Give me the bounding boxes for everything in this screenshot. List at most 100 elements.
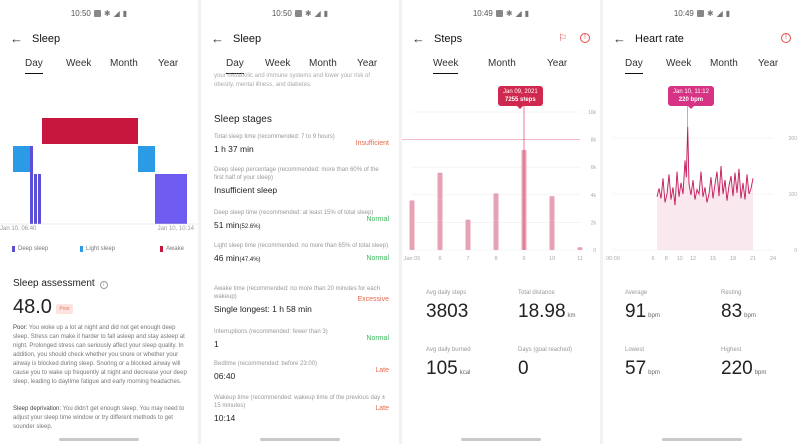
- light-sleep-bar: [13, 146, 30, 172]
- tab-year[interactable]: Year: [357, 58, 377, 69]
- info-icon[interactable]: i: [99, 281, 108, 289]
- sleep-day-panel: 10:50 ✱ ◢ ▮ ← Sleep Day Week Month Year …: [0, 0, 198, 444]
- status-bar: 10:49 ✱ ◢ ▮: [402, 6, 600, 20]
- notification-icon: [294, 9, 302, 17]
- x-tick-label: 21: [750, 256, 756, 262]
- bluetooth-icon: ✱: [505, 8, 513, 18]
- step-bar: [437, 172, 443, 250]
- tab-month[interactable]: Month: [488, 58, 516, 69]
- x-tick-label: 9: [522, 256, 525, 262]
- x-tick-label: 18: [730, 256, 736, 262]
- stat-average: Average 91 bpm: [625, 290, 660, 322]
- y-tick-label: 2k: [591, 220, 597, 226]
- x-tick-label: 8: [665, 256, 668, 262]
- stage-item-total: Total sleep time (recommended: 7 to 9 ho…: [214, 134, 389, 154]
- tab-month[interactable]: Month: [710, 58, 738, 69]
- step-bar: [465, 219, 471, 250]
- x-tick-label: 6: [651, 256, 654, 262]
- step-bar: [577, 247, 583, 250]
- tab-year[interactable]: Year: [758, 58, 778, 69]
- legend-light: Light sleep: [80, 246, 115, 252]
- tab-week[interactable]: Week: [66, 58, 91, 69]
- stat-resting: Resting 83 bpm: [721, 290, 756, 322]
- bluetooth-icon: ✱: [706, 8, 714, 18]
- x-end-label: Jan 10, 10:14: [157, 226, 194, 232]
- awake-bar: [42, 118, 138, 144]
- stage-item-light-time: Light sleep time (recommended: no more t…: [214, 243, 389, 263]
- legend-awake: Awake: [160, 246, 184, 252]
- x-start-label: Jan 10, 06:40: [0, 226, 37, 232]
- status-bar: 10:49 ✱ ◢ ▮: [603, 6, 800, 20]
- tab-day[interactable]: Day: [25, 58, 43, 74]
- tab-week[interactable]: Week: [433, 58, 459, 74]
- page-title: Heart rate: [635, 33, 684, 45]
- steps-chart: 0 2k 4k 6k 8k 10k Jan 05 6 7 8 9 10 11: [402, 100, 597, 262]
- y-tick-label: 200: [789, 136, 798, 142]
- signal-icon: ◢: [515, 8, 522, 18]
- tab-year[interactable]: Year: [547, 58, 567, 69]
- heart-rate-panel: 10:49 ✱ ◢ ▮ ← Heart rate ! Day Week Mont…: [603, 0, 800, 444]
- home-indicator: [662, 438, 742, 441]
- stage-item-wakeup: Wakeup time (recommended: wakeup time of…: [214, 395, 389, 423]
- back-arrow-icon[interactable]: ←: [412, 31, 425, 46]
- awake-segment-bar: [155, 174, 187, 224]
- light-sleep-bar: [138, 146, 155, 172]
- deep-sleep-bar: [38, 174, 41, 224]
- goal-flag-icon[interactable]: ⚐: [558, 33, 567, 44]
- stage-item-awake-time: Awake time (recommended: no more than 20…: [214, 286, 389, 314]
- back-arrow-icon[interactable]: ←: [613, 31, 626, 46]
- sleep-stage-chart: [0, 118, 198, 225]
- x-tick-label: 15: [710, 256, 716, 262]
- heart-rate-chart: 0 100 200 00:00 6 8 10 12 15 18 21 24: [606, 100, 798, 262]
- tab-month[interactable]: Month: [110, 58, 138, 69]
- tab-day[interactable]: Day: [625, 58, 643, 74]
- period-tabs: Week Month Year: [402, 58, 600, 76]
- bluetooth-icon: ✱: [304, 8, 312, 18]
- x-tick-label: 7: [466, 256, 469, 262]
- tab-day[interactable]: Day: [226, 58, 244, 74]
- sleep-stages-panel: 10:50 ✱ ◢ ▮ ← Sleep Day Week Month Year …: [201, 0, 399, 444]
- deprivation-explanation: Sleep deprivation: You didn't get enough…: [13, 406, 185, 430]
- signal-icon: ◢: [716, 8, 723, 18]
- tab-week[interactable]: Week: [666, 58, 691, 69]
- back-arrow-icon[interactable]: ←: [211, 31, 224, 46]
- home-indicator: [461, 438, 541, 441]
- stage-item-deep-time: Deep sleep time (recommended: at least 1…: [214, 210, 389, 230]
- stat-total-distance: Total distance 18.98 km: [518, 290, 576, 322]
- stage-item-deep-percentage: Deep sleep percentage (recommended: more…: [214, 167, 379, 195]
- notification-icon: [93, 9, 101, 17]
- status-bar: 10:50 ✱ ◢ ▮: [0, 6, 198, 20]
- status-time: 10:49: [472, 8, 493, 18]
- period-tabs: Day Week Month Year: [0, 58, 198, 76]
- tab-year[interactable]: Year: [158, 58, 178, 69]
- poor-explanation: Poor: You woke up a lot at night and did…: [13, 325, 187, 385]
- y-tick-label: 0: [794, 248, 797, 254]
- stage-item-interruptions: Interruptions (recommended: fewer than 3…: [214, 329, 389, 349]
- step-bar: [549, 196, 555, 250]
- info-icon[interactable]: !: [781, 33, 791, 43]
- x-tick-label: 24: [770, 256, 776, 262]
- x-tick-label: 6: [438, 256, 441, 262]
- x-tick-label: 10: [549, 256, 555, 262]
- y-tick-label: 0: [593, 248, 596, 254]
- y-tick-label: 6k: [591, 165, 597, 171]
- step-bar: [493, 193, 499, 250]
- battery-icon: ▮: [122, 8, 128, 18]
- stat-avg-daily-burned: Avg daily burned 105 kcal: [426, 347, 471, 379]
- steps-panel: 10:49 ✱ ◢ ▮ ← Steps ⚐ ! Week Month Year …: [402, 0, 600, 444]
- deep-sleep-bar: [30, 146, 33, 224]
- score-badge: Poor: [56, 303, 73, 314]
- back-arrow-icon[interactable]: ←: [10, 31, 23, 46]
- step-bar: [409, 200, 415, 250]
- page-title: Sleep: [233, 33, 262, 45]
- x-tick-label: 8: [494, 256, 497, 262]
- info-icon[interactable]: !: [580, 33, 590, 43]
- stat-avg-daily-steps: Avg daily steps 3803: [426, 290, 469, 322]
- battery-icon: ▮: [725, 8, 731, 18]
- stat-highest: Highest 220 bpm: [721, 347, 767, 379]
- status-time: 10:50: [70, 8, 91, 18]
- legend-deep: Deep sleep: [12, 246, 48, 252]
- tab-week[interactable]: Week: [265, 58, 290, 69]
- status-time: 10:49: [673, 8, 694, 18]
- tab-month[interactable]: Month: [309, 58, 337, 69]
